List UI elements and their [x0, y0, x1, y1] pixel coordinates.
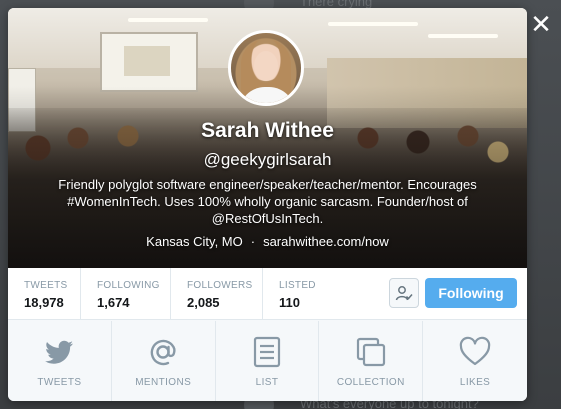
stat-listed[interactable]: LISTED 110 — [263, 268, 373, 319]
stat-value: 110 — [279, 295, 300, 310]
close-icon[interactable]: ✕ — [529, 11, 553, 37]
avatar[interactable] — [228, 30, 304, 106]
follow-actions: Following — [389, 278, 517, 308]
at-sign-icon — [150, 339, 176, 365]
tab-label: LIST — [255, 376, 279, 388]
following-button[interactable]: Following — [425, 278, 517, 308]
tab-label: MENTIONS — [135, 376, 192, 388]
stat-following[interactable]: FOLLOWING 1,674 — [81, 268, 171, 319]
profile-stats-bar: TWEETS 18,978 FOLLOWING 1,674 FOLLOWERS … — [8, 268, 527, 320]
profile-bio: Friendly polyglot software engineer/spea… — [58, 177, 477, 226]
tab-label: COLLECTION — [336, 376, 405, 388]
stat-label: FOLLOWING — [97, 280, 160, 291]
user-check-icon — [395, 286, 413, 301]
profile-modal: Sarah Withee @geekygirlsarah Friendly po… — [8, 8, 527, 401]
stat-label: LISTED — [279, 280, 316, 291]
tab-collection[interactable]: COLLECTION — [319, 321, 424, 401]
meta-separator: · — [250, 234, 256, 249]
list-icon — [253, 336, 281, 367]
heart-icon — [459, 336, 491, 365]
tab-label: TWEETS — [37, 376, 82, 388]
tab-likes[interactable]: LIKES — [423, 321, 527, 401]
collection-icon — [356, 337, 385, 366]
stat-label: FOLLOWERS — [187, 280, 253, 291]
profile-handle[interactable]: @geekygirlsarah — [8, 148, 527, 172]
profile-action-tabs: TWEETS MENTIONS LIST COLLECTION LIKES — [8, 321, 527, 401]
stat-value: 1,674 — [97, 295, 130, 310]
stat-value: 2,085 — [187, 295, 220, 310]
profile-meta: Kansas City, MO · sarahwithee.com/now — [8, 233, 527, 250]
tab-label: LIKES — [459, 376, 491, 388]
stat-label: TWEETS — [24, 280, 68, 291]
twitter-bird-icon — [45, 340, 74, 364]
tab-list[interactable]: LIST — [216, 321, 320, 401]
tab-tweets[interactable]: TWEETS — [8, 321, 112, 401]
user-actions-button[interactable] — [389, 278, 419, 308]
stat-tweets[interactable]: TWEETS 18,978 — [8, 268, 81, 319]
profile-info: Sarah Withee @geekygirlsarah Friendly po… — [8, 118, 527, 250]
stat-value: 18,978 — [24, 295, 64, 310]
profile-website-link[interactable]: sarahwithee.com/now — [263, 234, 389, 249]
profile-location: Kansas City, MO — [146, 234, 243, 249]
stat-followers[interactable]: FOLLOWERS 2,085 — [171, 268, 263, 319]
tab-mentions[interactable]: MENTIONS — [112, 321, 216, 401]
profile-name[interactable]: Sarah Withee — [8, 118, 527, 144]
avatar-face — [254, 51, 278, 81]
profile-header-image: Sarah Withee @geekygirlsarah Friendly po… — [8, 8, 527, 268]
